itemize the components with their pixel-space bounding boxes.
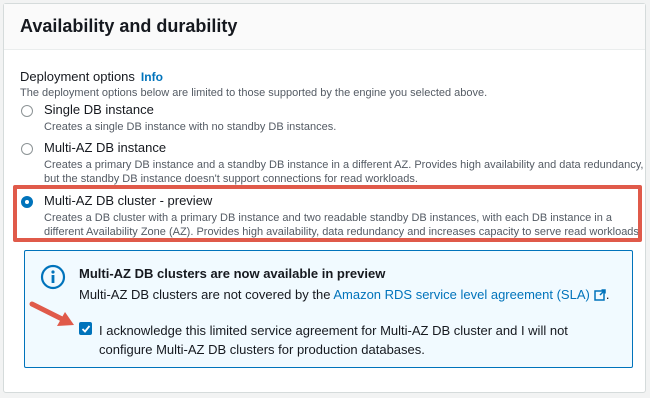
notice-text-before: Multi-AZ DB clusters are not covered by …: [79, 287, 331, 302]
radio-single-db-instance[interactable]: [21, 105, 33, 117]
option-multi-az-db-cluster[interactable]: Multi-AZ DB cluster - preview Creates a …: [20, 193, 650, 239]
availability-panel: Availability and durability Deployment o…: [3, 3, 646, 393]
option-title: Multi-AZ DB cluster - preview: [44, 193, 213, 208]
external-link-icon[interactable]: [594, 289, 606, 301]
section-title: Availability and durability: [20, 16, 238, 36]
panel-header: Availability and durability: [4, 4, 645, 50]
deployment-options-description: The deployment options below are limited…: [20, 87, 488, 99]
radio-multi-az-db-cluster[interactable]: [21, 196, 33, 208]
notice-text: Multi-AZ DB clusters are not covered by …: [79, 287, 609, 302]
notice-title: Multi-AZ DB clusters are now available i…: [79, 266, 386, 281]
radio-multi-az-db-instance[interactable]: [21, 143, 33, 155]
deployment-options-label: Deployment options: [20, 69, 135, 84]
acknowledge-checkbox[interactable]: [79, 322, 92, 335]
option-title: Single DB instance: [44, 102, 154, 117]
option-title: Multi-AZ DB instance: [44, 140, 167, 155]
sla-link[interactable]: Amazon RDS service level agreement (SLA): [333, 287, 590, 302]
panel-body: Deployment options Info The deployment op…: [4, 50, 645, 99]
acknowledge-label: I acknowledge this limited service agree…: [99, 323, 568, 357]
option-single-db-instance[interactable]: Single DB instance Creates a single DB i…: [20, 102, 650, 134]
option-description: Creates a DB cluster with a primary DB i…: [44, 212, 642, 238]
info-icon: [40, 264, 66, 290]
info-link[interactable]: Info: [141, 70, 163, 84]
deployment-options-label-row: Deployment options Info: [20, 69, 629, 84]
acknowledge-row[interactable]: I acknowledge this limited service agree…: [79, 321, 619, 359]
check-icon: [81, 325, 91, 333]
annotation-arrow-icon: [29, 301, 74, 326]
option-multi-az-db-instance[interactable]: Multi-AZ DB instance Creates a primary D…: [20, 140, 650, 186]
notice-text-after: .: [605, 287, 610, 302]
option-description: Creates a primary DB instance and a stan…: [44, 159, 644, 185]
preview-notice: Multi-AZ DB clusters are now available i…: [24, 250, 633, 368]
option-description: Creates a single DB instance with no sta…: [44, 121, 337, 133]
